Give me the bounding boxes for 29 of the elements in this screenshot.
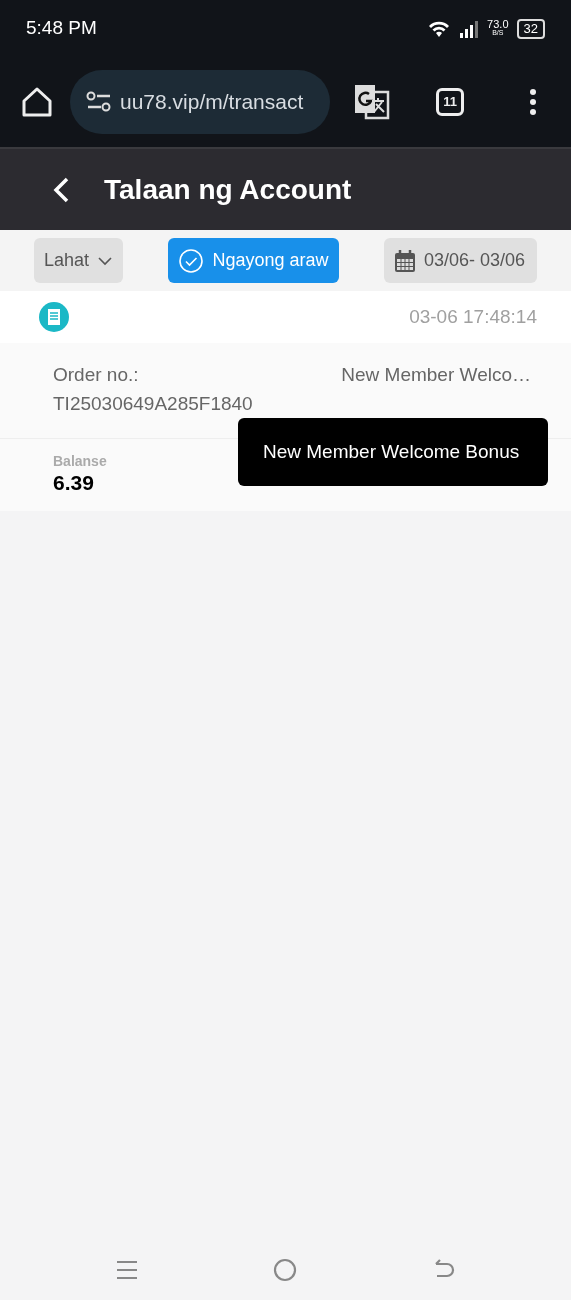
record-time: 03-06 17:48:14 — [409, 304, 537, 329]
tune-icon — [86, 91, 112, 113]
date-range-button[interactable]: 03/06- 03/06 — [383, 238, 537, 283]
home-icon[interactable] — [20, 85, 54, 119]
check-circle-icon — [178, 247, 205, 274]
translate-icon[interactable] — [354, 84, 390, 120]
balance-label: Balanse — [53, 452, 107, 471]
battery-indicator: 32 — [516, 18, 545, 39]
tab-count[interactable]: 11 — [436, 88, 464, 116]
tooltip: New Member Welcome Bonus — [238, 418, 548, 486]
order-label: Order no.: — [53, 363, 140, 387]
status-time: 5:48 PM — [26, 16, 97, 41]
filter-dropdown[interactable]: Lahat — [34, 238, 124, 283]
page-title: Talaan ng Account — [104, 172, 352, 207]
transaction-type: New Member Welco… — [341, 363, 531, 387]
home-button-icon[interactable] — [273, 1258, 298, 1282]
receipt-icon — [38, 301, 70, 333]
address-bar[interactable]: uu78.vip/m/transact — [70, 70, 330, 134]
network-speed: 73.0 — [487, 20, 509, 31]
calendar-icon — [393, 248, 416, 273]
more-icon[interactable] — [529, 88, 537, 116]
signal-icon — [459, 19, 480, 38]
date-filter-button[interactable]: Ngayong araw — [168, 238, 339, 283]
order-number: TI25030649A285F1840 — [53, 391, 253, 416]
chevron-down-icon — [97, 255, 114, 266]
menu-icon[interactable] — [115, 1260, 138, 1280]
url-text: uu78.vip/m/transact — [120, 89, 304, 116]
balance-value: 6.39 — [53, 472, 94, 493]
back-icon[interactable] — [52, 175, 70, 204]
